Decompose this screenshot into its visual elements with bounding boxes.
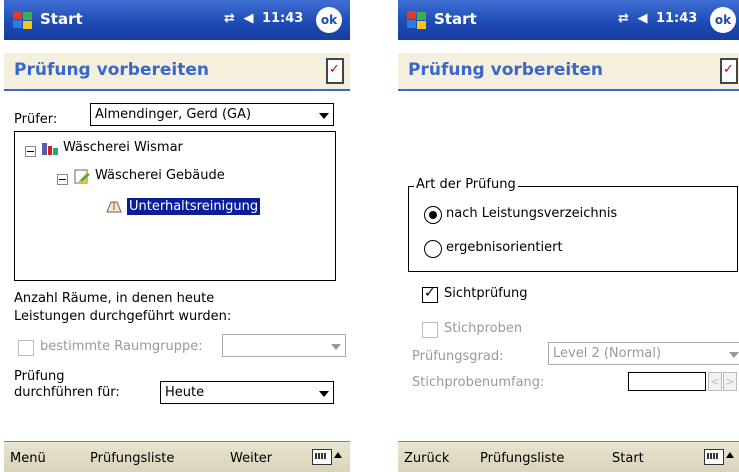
radio-leistungsverzeichnis[interactable] — [424, 206, 442, 224]
speaker-icon[interactable]: ◀︎ — [243, 11, 253, 26]
title-bar: Start ⇄ ◀︎ 11:43 ok — [4, 0, 350, 40]
menu-button[interactable]: Menü — [10, 451, 46, 466]
group-title: Art der Prüfung — [414, 177, 518, 192]
input-panel-arrow-icon[interactable] — [334, 452, 342, 458]
pruefung-dropdown[interactable]: Heute — [160, 381, 334, 404]
pruefer-value: Almendinger, Gerd (GA) — [95, 107, 252, 122]
chevron-down-icon — [319, 113, 329, 119]
menu-bar: Zurück Prüfungsliste Start — [398, 441, 739, 472]
ok-button[interactable]: ok — [316, 7, 342, 33]
radio-leistungsverzeichnis-label[interactable]: nach Leistungsverzeichnis — [446, 206, 617, 221]
pruefungsliste-button[interactable]: Prüfungsliste — [480, 451, 564, 466]
radio-ergebnisorientiert[interactable] — [424, 240, 442, 258]
keyboard-icon[interactable] — [704, 449, 724, 465]
tree-node-unterhaltsreinigung[interactable]: Unterhaltsreinigung — [127, 198, 261, 215]
tree-node-waescherei-wismar[interactable]: Wäscherei Wismar — [63, 140, 183, 155]
pruefung-label-line2: durchführen für: — [14, 385, 120, 400]
ok-button[interactable]: ok — [710, 7, 736, 33]
pruefungsliste-button[interactable]: Prüfungsliste — [90, 451, 174, 466]
keyboard-icon[interactable] — [312, 449, 332, 465]
sichtpruefung-label: Sichtprüfung — [444, 286, 528, 301]
stichproben-checkbox[interactable] — [422, 322, 438, 338]
raumgruppe-dropdown[interactable] — [222, 334, 346, 357]
windows-flag-icon[interactable] — [404, 7, 430, 33]
anzahl-label-line1: Anzahl Räume, in denen heute — [14, 291, 215, 306]
title-bar: Start ⇄ ◀︎ 11:43 ok — [398, 0, 739, 40]
connectivity-icon[interactable]: ⇄ — [618, 11, 629, 26]
spin-down-button[interactable]: < — [708, 372, 722, 391]
building-icon — [74, 169, 90, 184]
cleaning-task-icon — [106, 201, 122, 213]
building-group-icon — [42, 143, 58, 155]
start-label[interactable]: Start — [40, 10, 83, 28]
weiter-button[interactable]: Weiter — [230, 451, 272, 466]
page-title: Prüfung vorbereiten — [408, 60, 603, 80]
spin-up-button[interactable]: > — [723, 372, 737, 391]
tree-node-waescherei-gebaeude[interactable]: Wäscherei Gebäude — [95, 168, 225, 183]
speaker-icon[interactable]: ◀︎ — [637, 11, 647, 26]
collapse-icon[interactable] — [57, 174, 68, 185]
zurueck-button[interactable]: Zurück — [404, 451, 449, 466]
raumgruppe-checkbox[interactable] — [18, 340, 34, 356]
menu-bar: Menü Prüfungsliste Weiter — [4, 441, 350, 472]
windows-flag-icon[interactable] — [10, 7, 36, 33]
page-header: Prüfung vorbereiten — [398, 53, 739, 89]
connectivity-icon[interactable]: ⇄ — [224, 11, 235, 26]
stichprobenumfang-input[interactable] — [628, 372, 706, 391]
pruefungsgrad-label: Prüfungsgrad: — [412, 349, 504, 364]
pruefer-label: Prüfer: — [14, 112, 58, 127]
clipboard-check-icon — [326, 58, 344, 84]
art-der-pruefung-group — [408, 186, 738, 272]
system-tray: ⇄ ◀︎ 11:43 — [224, 11, 307, 26]
right-screen: Start ⇄ ◀︎ 11:43 ok Prüfung vorbereiten … — [398, 0, 739, 472]
stichprobenumfang-label: Stichprobenumfang: — [412, 375, 545, 390]
radio-ergebnisorientiert-label[interactable]: ergebnisorientiert — [446, 240, 563, 255]
page-header: Prüfung vorbereiten — [4, 53, 350, 89]
header-divider — [398, 89, 739, 91]
stichproben-label: Stichproben — [444, 321, 523, 336]
page-title: Prüfung vorbereiten — [14, 60, 209, 80]
start-button[interactable]: Start — [612, 451, 644, 466]
sichtpruefung-checkbox[interactable] — [422, 285, 438, 303]
pruefungsgrad-dropdown[interactable]: Level 2 (Normal) — [548, 342, 739, 365]
clock[interactable]: 11:43 — [656, 11, 697, 26]
clipboard-check-icon — [720, 58, 738, 84]
anzahl-label-line2: Leistungen durchgeführt wurden: — [14, 309, 232, 324]
chevron-down-icon — [319, 391, 329, 397]
input-panel-arrow-icon[interactable] — [726, 452, 734, 458]
start-label[interactable]: Start — [434, 10, 477, 28]
pruefer-dropdown[interactable]: Almendinger, Gerd (GA) — [90, 103, 334, 126]
pruefung-label-line1: Prüfung — [14, 369, 65, 384]
system-tray: ⇄ ◀︎ 11:43 — [618, 11, 701, 26]
header-divider — [4, 89, 350, 91]
collapse-icon[interactable] — [25, 146, 36, 157]
pruefung-value: Heute — [165, 385, 205, 400]
chevron-down-icon — [729, 352, 739, 358]
pruefungsgrad-value: Level 2 (Normal) — [553, 346, 662, 361]
chevron-down-icon — [331, 344, 341, 350]
left-screen: Start ⇄ ◀︎ 11:43 ok Prüfung vorbereiten … — [4, 0, 350, 472]
raumgruppe-label: bestimmte Raumgruppe: — [40, 339, 203, 354]
clock[interactable]: 11:43 — [262, 11, 303, 26]
object-tree[interactable]: Wäscherei Wismar Wäscherei Gebäude Unter… — [14, 131, 336, 281]
